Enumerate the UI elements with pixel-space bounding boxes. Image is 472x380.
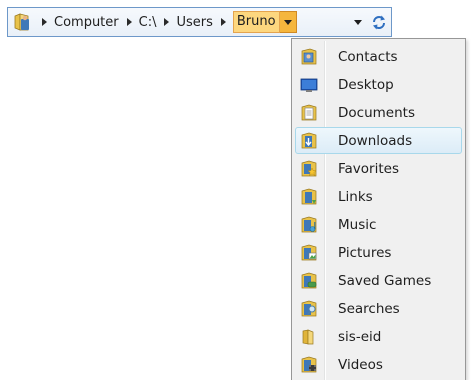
address-bar[interactable]: Computer C:\ Users Bruno (7, 7, 392, 37)
menu-item-label: Favorites (338, 161, 399, 177)
searches-icon (300, 300, 318, 318)
subfolder-menu-list: Contacts Desktop Documents Downloads Fav… (292, 43, 465, 379)
chevron-right-icon[interactable] (126, 18, 132, 26)
breadcrumb-item-c-drive[interactable]: C:\ (119, 8, 157, 36)
contacts-icon (300, 48, 318, 66)
desktop-icon (300, 76, 318, 94)
menu-item-label: Videos (338, 357, 383, 373)
chevron-right-icon[interactable] (164, 18, 170, 26)
breadcrumb-item-bruno-wrapper (213, 8, 233, 36)
menu-item-label: Music (338, 217, 377, 233)
menu-item-label: Downloads (338, 133, 413, 149)
menu-item-contacts[interactable]: Contacts (292, 43, 465, 71)
chevron-right-icon[interactable] (42, 18, 47, 26)
menu-item-saved-games[interactable]: Saved Games (292, 267, 465, 295)
links-icon (300, 188, 318, 206)
saved-games-icon (300, 272, 318, 290)
menu-item-label: Contacts (338, 49, 398, 65)
menu-item-music[interactable]: Music (292, 211, 465, 239)
refresh-icon (373, 15, 385, 30)
user-folder-icon[interactable] (12, 11, 34, 33)
menu-item-sis-eid[interactable]: sis-eid (292, 323, 465, 351)
videos-icon (300, 356, 318, 374)
breadcrumb-label[interactable]: Computer (54, 15, 119, 30)
menu-item-videos[interactable]: Videos (292, 351, 465, 379)
menu-item-label: Pictures (338, 245, 392, 261)
menu-item-downloads[interactable]: Downloads (292, 127, 465, 155)
menu-item-label: sis-eid (338, 329, 382, 345)
breadcrumb-dropdown-button[interactable] (279, 11, 297, 33)
favorites-icon (300, 160, 318, 178)
menu-item-favorites[interactable]: Favorites (292, 155, 465, 183)
menu-item-documents[interactable]: Documents (292, 99, 465, 127)
menu-item-pictures[interactable]: Pictures (292, 239, 465, 267)
menu-item-searches[interactable]: Searches (292, 295, 465, 323)
explorer-breadcrumb-screen: Computer C:\ Users Bruno Contacts Deskto… (0, 0, 472, 380)
downloads-icon (300, 132, 318, 150)
menu-item-label: Searches (338, 301, 400, 317)
chevron-down-icon (283, 19, 292, 25)
chevron-right-icon[interactable] (220, 18, 226, 26)
folder-icon (300, 328, 318, 346)
subfolder-menu: Contacts Desktop Documents Downloads Fav… (291, 38, 466, 380)
documents-icon (300, 104, 318, 122)
breadcrumb-item-bruno[interactable]: Bruno (232, 11, 297, 33)
pictures-icon (300, 244, 318, 262)
breadcrumb-item-computer[interactable]: Computer (34, 8, 119, 36)
breadcrumb-label-active[interactable]: Bruno (232, 11, 280, 33)
menu-item-links[interactable]: Links (292, 183, 465, 211)
music-icon (300, 216, 318, 234)
breadcrumb-item-users[interactable]: Users (156, 8, 213, 36)
breadcrumb-label[interactable]: Users (176, 15, 212, 30)
menu-item-label: Documents (338, 105, 415, 121)
chevron-down-icon (354, 19, 362, 25)
menu-item-label: Desktop (338, 77, 394, 93)
history-dropdown-button[interactable] (350, 15, 366, 29)
breadcrumb-label[interactable]: C:\ (139, 15, 157, 30)
refresh-button[interactable] (368, 11, 390, 33)
menu-item-desktop[interactable]: Desktop (292, 71, 465, 99)
menu-item-label: Links (338, 189, 373, 205)
menu-item-label: Saved Games (338, 273, 432, 289)
